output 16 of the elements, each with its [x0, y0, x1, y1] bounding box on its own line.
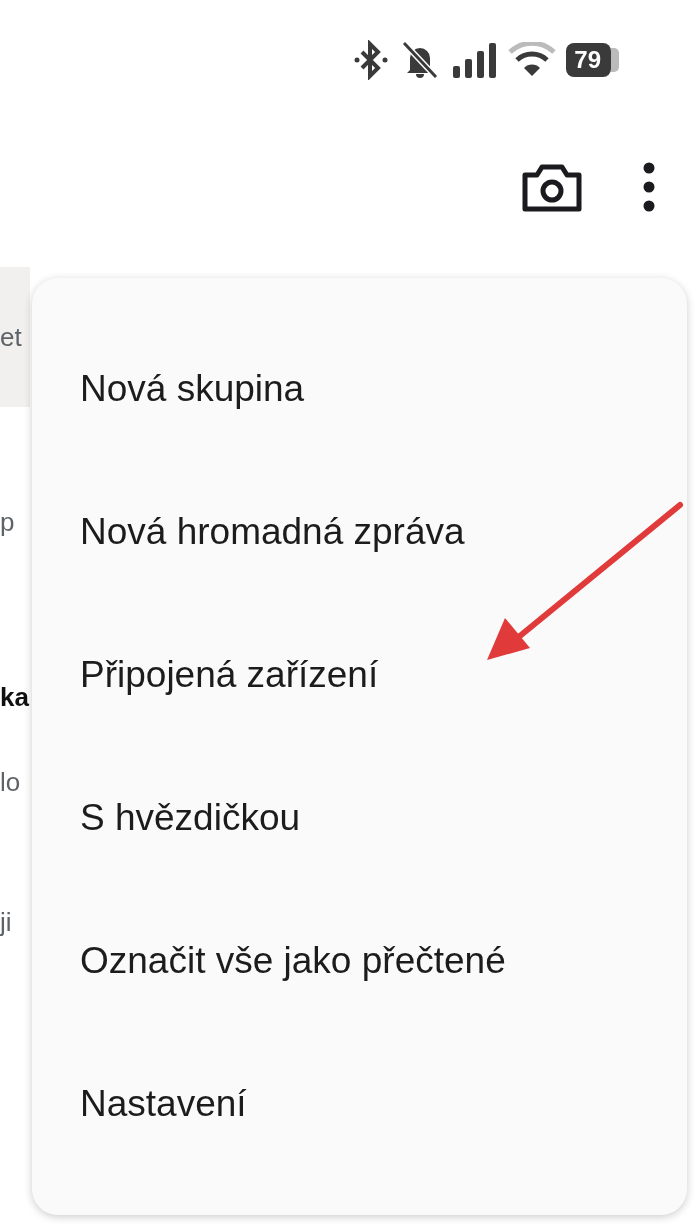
background-text: ji	[0, 907, 12, 937]
wifi-icon	[508, 42, 557, 78]
battery-indicator: 79	[566, 43, 619, 77]
more-options-icon[interactable]	[643, 162, 655, 212]
menu-item[interactable]: Nová hromadná zpráva	[32, 460, 687, 604]
background-text: et	[0, 322, 22, 352]
menu-item[interactable]: Nastavení	[32, 1032, 687, 1175]
signal-icon	[452, 42, 499, 78]
background-text: p	[0, 507, 15, 537]
bluetooth-icon	[354, 40, 389, 80]
menu-item[interactable]: S hvězdičkou	[32, 746, 687, 890]
menu-item[interactable]: Nová skupina	[32, 318, 687, 461]
menu-item[interactable]: Označit vše jako přečtené	[32, 889, 687, 1033]
background-text: lo	[0, 767, 21, 797]
menu-item[interactable]: Připojená zařízení	[32, 603, 687, 747]
background-text: ka	[0, 682, 29, 712]
